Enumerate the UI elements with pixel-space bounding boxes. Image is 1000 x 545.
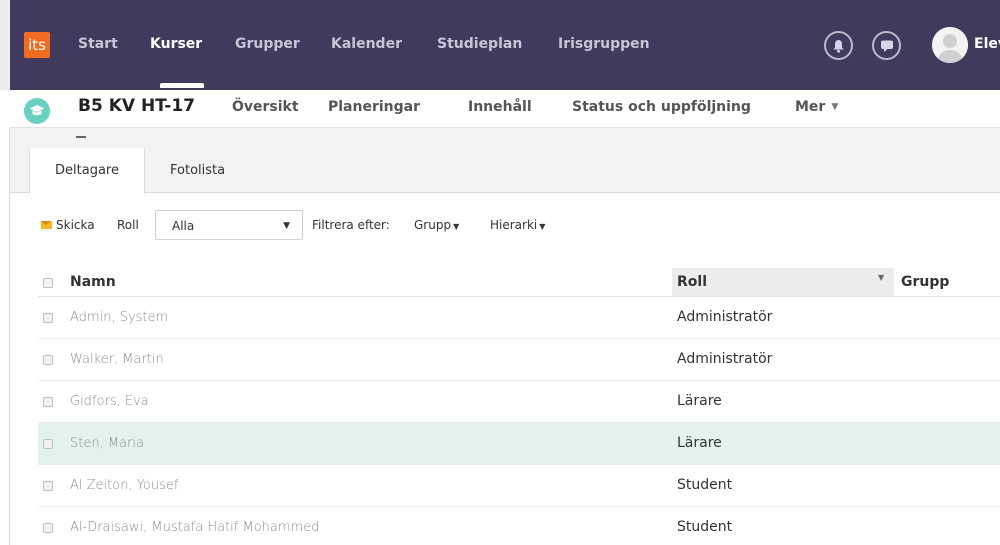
caret-down-icon: ▼: [539, 222, 546, 231]
nav-grupper[interactable]: Grupper: [235, 36, 300, 52]
course-header: B5 KV HT-17 Översikt Planeringar Innehål…: [10, 90, 1000, 128]
row-checkbox[interactable]: [43, 313, 53, 323]
main-navbar: its Start Kurser Grupper Kalender Studie…: [10, 0, 1000, 90]
table-body: Admin, System Administratör Walker, Martin…: [38, 297, 1000, 545]
table-row[interactable]: Al Zeiton, Yousef Student: [38, 465, 1000, 507]
send-button[interactable]: Skicka: [56, 218, 95, 232]
tab-deltagare[interactable]: Deltagare: [29, 148, 145, 194]
caret-down-icon: ▼: [453, 222, 460, 231]
table-row[interactable]: Admin, System Administratör: [38, 297, 1000, 339]
table-row[interactable]: Walker, Martin Administratör: [38, 339, 1000, 381]
participant-role: Administratör: [677, 309, 773, 325]
group-filter-label: Grupp: [414, 218, 452, 232]
participant-role: Student: [677, 477, 733, 493]
hierarchy-filter-label: Hierarki: [490, 218, 538, 232]
group-filter-dropdown[interactable]: Grupp ▼: [414, 218, 459, 232]
participant-name[interactable]: Gidfors, Eva: [70, 394, 149, 409]
select-all-checkbox[interactable]: [43, 278, 53, 288]
filter-bar: Skicka Roll Alla ▼ Filtrera efter: Grupp…: [10, 210, 1000, 240]
role-label: Roll: [117, 218, 139, 232]
nav-irisgruppen[interactable]: Irisgruppen: [558, 36, 650, 52]
row-checkbox[interactable]: [43, 523, 53, 533]
role-select-value: Alla: [172, 219, 195, 233]
more-label: Mer: [795, 99, 826, 115]
participant-name[interactable]: Sten, Maria: [70, 436, 144, 451]
user-avatar-icon: [932, 27, 968, 63]
column-header-name[interactable]: Namn: [70, 274, 116, 290]
course-link-planeringar[interactable]: Planeringar: [328, 99, 420, 115]
participants-table: Namn Roll ▼ Grupp Admin, System Administr…: [38, 268, 1000, 545]
tab-fotolista[interactable]: Fotolista: [170, 148, 250, 193]
messages-button[interactable]: [872, 31, 901, 60]
participant-role: Administratör: [677, 351, 773, 367]
divider: [76, 136, 86, 138]
column-header-group[interactable]: Grupp: [901, 274, 949, 290]
row-checkbox[interactable]: [43, 439, 53, 449]
user-avatar[interactable]: [932, 27, 968, 63]
nav-start[interactable]: Start: [78, 36, 118, 52]
active-nav-indicator: [160, 83, 204, 88]
participant-name[interactable]: Admin, System: [70, 310, 168, 325]
envelope-icon: [41, 221, 52, 229]
course-more-menu[interactable]: Mer ▼: [795, 99, 838, 115]
course-icon: [24, 98, 50, 124]
nav-kurser[interactable]: Kurser: [150, 36, 202, 52]
column-header-role[interactable]: Roll: [677, 274, 707, 290]
course-link-status[interactable]: Status och uppföljning: [572, 99, 751, 115]
course-title[interactable]: B5 KV HT-17: [78, 96, 195, 116]
nav-studieplan[interactable]: Studieplan: [437, 36, 522, 52]
bell-icon: [833, 40, 844, 53]
participant-name[interactable]: Al-Draisawi, Mustafa Hatif Mohammed: [70, 520, 319, 535]
filter-label: Filtrera efter:: [312, 218, 390, 232]
participant-role: Lärare: [677, 435, 722, 451]
row-checkbox[interactable]: [43, 397, 53, 407]
table-row[interactable]: Gidfors, Eva Lärare: [38, 381, 1000, 423]
user-name[interactable]: Elev: [974, 36, 1000, 52]
participant-name[interactable]: Walker, Martin: [70, 352, 164, 367]
table-header: Namn Roll ▼ Grupp: [38, 268, 1000, 297]
course-link-oversikt[interactable]: Översikt: [232, 99, 299, 115]
tab-strip: Deltagare Fotolista: [10, 148, 1000, 194]
course-link-innehall[interactable]: Innehåll: [468, 99, 532, 115]
top-background: its Start Kurser Grupper Kalender Studie…: [0, 0, 1000, 90]
hierarchy-filter-dropdown[interactable]: Hierarki ▼: [490, 218, 545, 232]
breadcrumb-strip: [10, 128, 1000, 148]
chevron-down-icon: ▼: [831, 102, 839, 112]
sort-desc-icon[interactable]: ▼: [878, 273, 884, 282]
participants-panel: Deltagare Fotolista Skicka Roll Alla ▼ F…: [10, 148, 1000, 545]
row-checkbox[interactable]: [43, 355, 53, 365]
table-row[interactable]: Sten, Maria Lärare: [38, 423, 1000, 465]
participant-name[interactable]: Al Zeiton, Yousef: [70, 478, 178, 493]
notifications-button[interactable]: [824, 31, 853, 60]
graduation-cap-icon: [29, 105, 45, 116]
participant-role: Lärare: [677, 393, 722, 409]
nav-kalender[interactable]: Kalender: [331, 36, 402, 52]
participant-role: Student: [677, 519, 733, 535]
chat-icon: [881, 40, 893, 52]
chevron-down-icon: ▼: [283, 221, 290, 231]
its-logo[interactable]: its: [24, 32, 50, 58]
role-select[interactable]: Alla ▼: [155, 210, 303, 240]
table-row[interactable]: Al-Draisawi, Mustafa Hatif Mohammed Stude…: [38, 507, 1000, 545]
row-checkbox[interactable]: [43, 481, 53, 491]
